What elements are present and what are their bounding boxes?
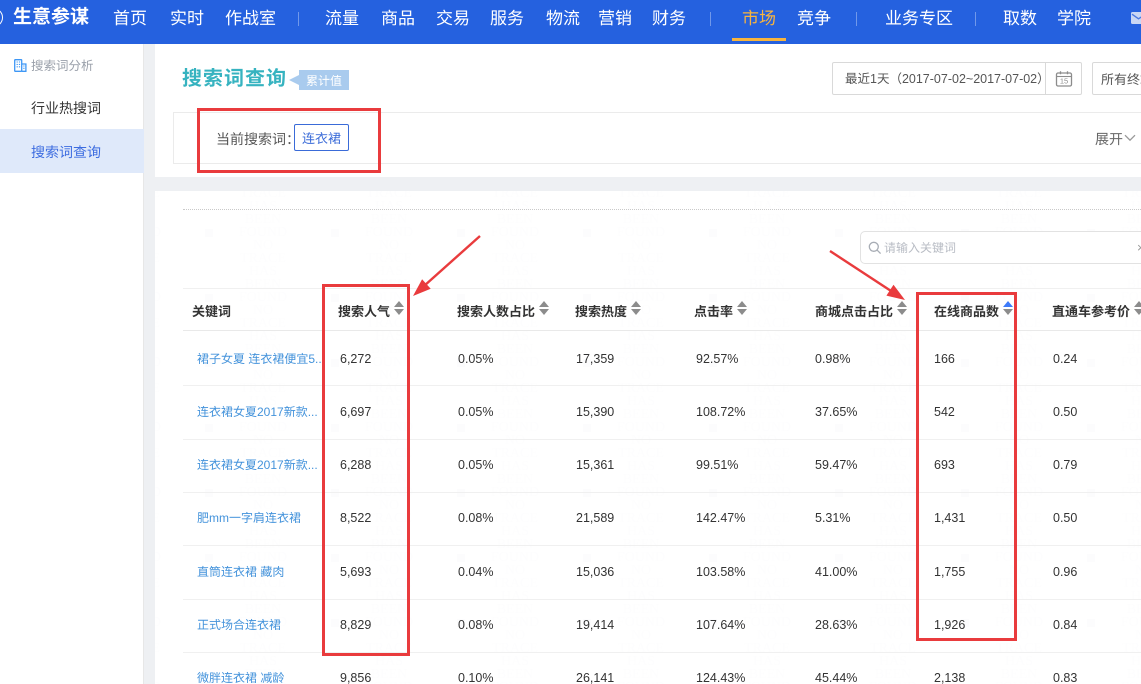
svg-text:15: 15 xyxy=(1060,77,1068,86)
